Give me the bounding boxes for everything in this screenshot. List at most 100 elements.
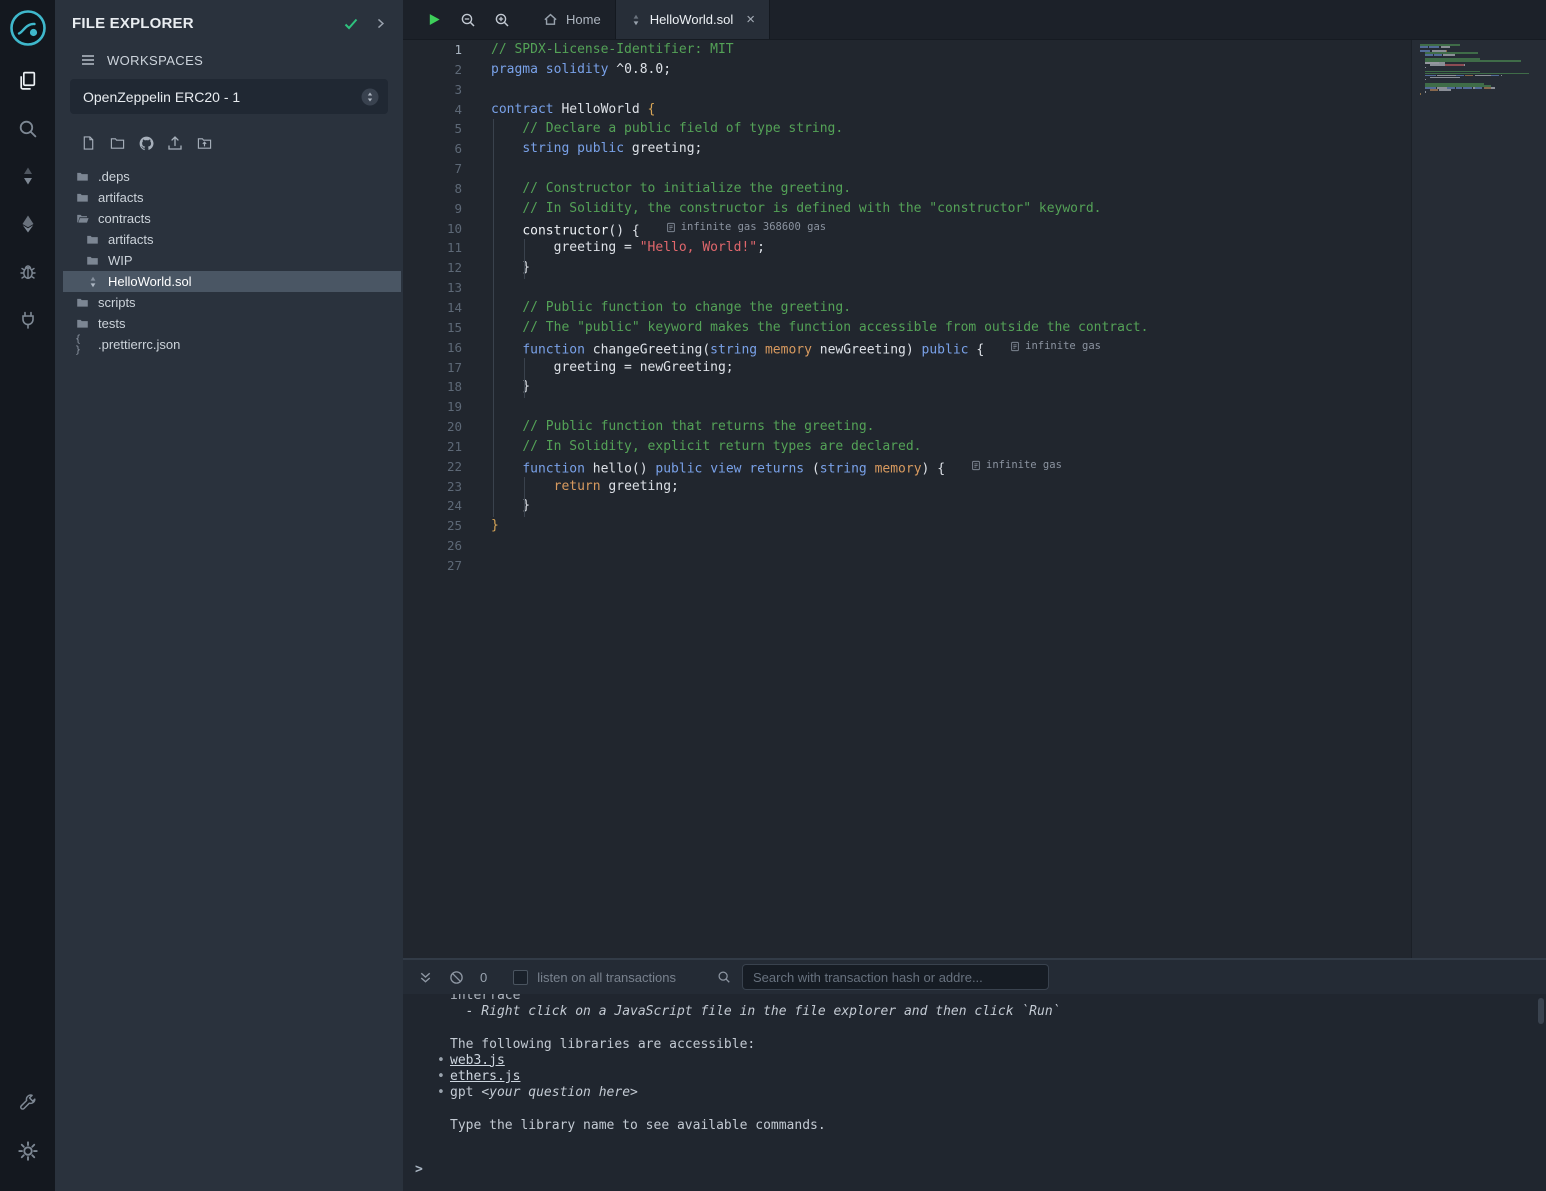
tree-item-tests[interactable]: tests: [63, 313, 401, 334]
double-chevron-down-icon[interactable]: [417, 969, 434, 986]
code-line-21[interactable]: // In Solidity, explicit return types ar…: [491, 437, 1546, 457]
code-line-27[interactable]: [491, 556, 1546, 576]
wrench-icon[interactable]: [6, 1083, 50, 1123]
code-editor[interactable]: 1234567891011121314151617181920212223242…: [403, 40, 1546, 958]
code-line-17[interactable]: greeting = newGreeting;: [491, 358, 1546, 378]
line-number[interactable]: 24: [403, 496, 462, 516]
tree-item-artifacts[interactable]: artifacts: [63, 229, 401, 250]
debugger-icon[interactable]: [6, 252, 50, 292]
line-number[interactable]: 17: [403, 358, 462, 378]
terminal-link[interactable]: web3.js: [450, 1053, 505, 1068]
line-number[interactable]: 15: [403, 318, 462, 338]
code-line-24[interactable]: }: [491, 496, 1546, 516]
tree-item-artifacts[interactable]: artifacts: [63, 187, 401, 208]
line-number[interactable]: 26: [403, 536, 462, 556]
tab-home[interactable]: Home: [529, 0, 616, 39]
code-line-20[interactable]: // Public function that returns the gree…: [491, 417, 1546, 437]
line-number[interactable]: 6: [403, 139, 462, 159]
terminal-search-input[interactable]: [742, 964, 1049, 990]
remix-logo[interactable]: [6, 6, 50, 50]
code-line-8[interactable]: // Constructor to initialize the greetin…: [491, 179, 1546, 199]
code-line-12[interactable]: }: [491, 258, 1546, 278]
line-number[interactable]: 7: [403, 159, 462, 179]
line-number[interactable]: 2: [403, 60, 462, 80]
tree-item-helloworld-sol[interactable]: HelloWorld.sol: [63, 271, 401, 292]
code-line-1[interactable]: // SPDX-License-Identifier: MIT: [491, 40, 1546, 60]
check-icon[interactable]: [343, 16, 359, 32]
zoom-out-icon[interactable]: [459, 11, 477, 29]
line-number[interactable]: 18: [403, 377, 462, 397]
code-line-7[interactable]: [491, 159, 1546, 179]
line-number[interactable]: 25: [403, 516, 462, 536]
code-line-9[interactable]: // In Solidity, the constructor is defin…: [491, 199, 1546, 219]
line-number[interactable]: 11: [403, 238, 462, 258]
tab-helloworld-sol[interactable]: HelloWorld.sol ×: [616, 0, 770, 39]
line-number[interactable]: 12: [403, 258, 462, 278]
line-number[interactable]: 22: [403, 457, 462, 477]
code-line-4[interactable]: contract HelloWorld {: [491, 100, 1546, 120]
code-line-2[interactable]: pragma solidity ^0.8.0;: [491, 60, 1546, 80]
line-number[interactable]: 16: [403, 338, 462, 358]
line-number[interactable]: 21: [403, 437, 462, 457]
code-line-22[interactable]: function hello() public view returns (st…: [491, 457, 1546, 477]
line-number[interactable]: 13: [403, 278, 462, 298]
code-line-18[interactable]: }: [491, 377, 1546, 397]
deploy-run-icon[interactable]: [6, 204, 50, 244]
tree-item-scripts[interactable]: scripts: [63, 292, 401, 313]
terminal-link[interactable]: ethers.js: [450, 1069, 520, 1084]
code-line-10[interactable]: constructor() {infinite gas 368600 gas: [491, 219, 1546, 239]
zoom-in-icon[interactable]: [493, 11, 511, 29]
line-number[interactable]: 3: [403, 80, 462, 100]
solidity-compiler-icon[interactable]: [6, 156, 50, 196]
tree-item-contracts[interactable]: contracts: [63, 208, 401, 229]
line-number[interactable]: 23: [403, 477, 462, 497]
code-content[interactable]: // SPDX-License-Identifier: MITpragma so…: [491, 40, 1546, 958]
listen-transactions-checkbox[interactable]: [513, 970, 528, 985]
line-number[interactable]: 20: [403, 417, 462, 437]
settings-gear-icon[interactable]: [6, 1131, 50, 1171]
workspace-switch-icon[interactable]: [361, 88, 379, 106]
line-number[interactable]: 8: [403, 179, 462, 199]
close-tab-icon[interactable]: ×: [746, 12, 755, 27]
line-number[interactable]: 10: [403, 219, 462, 239]
code-line-13[interactable]: [491, 278, 1546, 298]
terminal-prompt[interactable]: >: [403, 1162, 1546, 1179]
code-line-16[interactable]: function changeGreeting(string memory ne…: [491, 338, 1546, 358]
tree-item--deps[interactable]: .deps: [63, 166, 401, 187]
new-file-icon[interactable]: [79, 134, 97, 152]
code-line-11[interactable]: greeting = "Hello, World!";: [491, 238, 1546, 258]
code-line-6[interactable]: string public greeting;: [491, 139, 1546, 159]
code-line-23[interactable]: return greeting;: [491, 477, 1546, 497]
code-line-5[interactable]: // Declare a public field of type string…: [491, 119, 1546, 139]
load-folder-icon[interactable]: [195, 134, 213, 152]
terminal-scrollbar[interactable]: [1538, 998, 1544, 1024]
play-icon[interactable]: [425, 11, 443, 29]
code-line-26[interactable]: [491, 536, 1546, 556]
line-number[interactable]: 4: [403, 100, 462, 120]
tree-item--prettierrc-json[interactable]: { }.prettierrc.json: [63, 334, 401, 355]
line-number[interactable]: 27: [403, 556, 462, 576]
line-number[interactable]: 5: [403, 119, 462, 139]
upload-file-icon[interactable]: [166, 134, 184, 152]
line-number[interactable]: 1: [403, 40, 462, 60]
tree-item-wip[interactable]: WIP: [63, 250, 401, 271]
file-explorer-icon[interactable]: [6, 60, 50, 100]
code-line-14[interactable]: // Public function to change the greetin…: [491, 298, 1546, 318]
minimap[interactable]: [1412, 40, 1546, 103]
code-line-25[interactable]: }: [491, 516, 1546, 536]
plugin-manager-icon[interactable]: [6, 300, 50, 340]
clear-console-icon[interactable]: [448, 969, 465, 986]
terminal-body[interactable]: interface - Right click on a JavaScript …: [403, 994, 1546, 1191]
line-number[interactable]: 14: [403, 298, 462, 318]
hamburger-menu-icon[interactable]: [80, 52, 96, 68]
workspace-selector[interactable]: OpenZeppelin ERC20 - 1: [70, 79, 388, 114]
chevron-right-icon[interactable]: [374, 17, 387, 30]
github-icon[interactable]: [137, 134, 155, 152]
line-number[interactable]: 19: [403, 397, 462, 417]
new-folder-icon[interactable]: [108, 134, 126, 152]
code-line-3[interactable]: [491, 80, 1546, 100]
search-icon[interactable]: [6, 108, 50, 148]
code-line-19[interactable]: [491, 397, 1546, 417]
line-number[interactable]: 9: [403, 199, 462, 219]
code-line-15[interactable]: // The "public" keyword makes the functi…: [491, 318, 1546, 338]
